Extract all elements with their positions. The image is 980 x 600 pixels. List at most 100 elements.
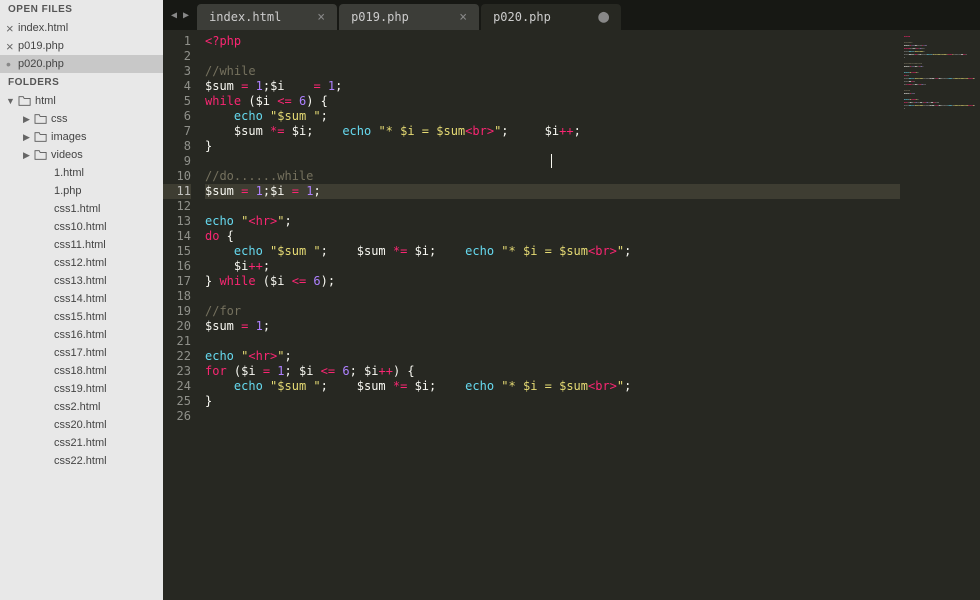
line-number: 19 xyxy=(163,304,191,319)
tab-label: index.html xyxy=(209,10,281,24)
code-line xyxy=(205,289,900,304)
file-item[interactable]: css22.html xyxy=(0,452,163,470)
code-line: do { xyxy=(205,229,900,244)
file-item[interactable]: css16.html xyxy=(0,326,163,344)
subfolder-item[interactable]: ▶ images xyxy=(0,128,163,146)
line-number: 24 xyxy=(163,379,191,394)
code-line: $i++; xyxy=(205,259,900,274)
folder-tree: ▼ html ▶css▶images▶videos 1.html1.phpcss… xyxy=(0,92,163,470)
code-line: } xyxy=(205,139,900,154)
code-line: $sum = 1;$i = 1; xyxy=(205,184,900,199)
line-number: 14 xyxy=(163,229,191,244)
file-item[interactable]: css11.html xyxy=(0,236,163,254)
code-line: while ($i <= 6) { xyxy=(205,94,900,109)
folder-label: images xyxy=(51,131,86,143)
file-item[interactable]: css2.html xyxy=(0,398,163,416)
subfolder-item[interactable]: ▶ css xyxy=(0,110,163,128)
gutter: 1234567891011121314151617181920212223242… xyxy=(163,30,197,600)
tab-close-icon[interactable]: × xyxy=(459,10,467,25)
code-line: $sum *= $i; echo "* $i = $sum<br>"; $i++… xyxy=(205,124,900,139)
disclosure-right-icon: ▶ xyxy=(22,114,31,125)
line-number: 9 xyxy=(163,154,191,169)
line-number: 3 xyxy=(163,64,191,79)
open-file-item[interactable]: p020.php xyxy=(0,55,163,73)
file-item[interactable]: css20.html xyxy=(0,416,163,434)
folder-root[interactable]: ▼ html xyxy=(0,92,163,110)
minimap[interactable]: ▪▪▪▪▪▪▪▪▪▪▪▪▪▪▪▪▪▪▪▪▪▪▪▪▪▪▪▪▪▪▪▪▪▪▪▪▪▪▪▪… xyxy=(900,30,980,600)
text-cursor xyxy=(551,154,552,168)
nav-next-icon[interactable]: ▶ xyxy=(183,10,189,21)
line-number: 2 xyxy=(163,49,191,64)
file-item[interactable]: css21.html xyxy=(0,434,163,452)
line-number: 21 xyxy=(163,334,191,349)
file-item[interactable]: css18.html xyxy=(0,362,163,380)
folder-icon xyxy=(34,113,48,125)
line-number: 17 xyxy=(163,274,191,289)
code-line: echo "$sum "; $sum *= $i; echo "* $i = $… xyxy=(205,379,900,394)
tab[interactable]: p020.php● xyxy=(481,4,621,30)
code-line: <?php xyxy=(205,34,900,49)
line-number: 10 xyxy=(163,169,191,184)
line-number: 13 xyxy=(163,214,191,229)
editor[interactable]: 1234567891011121314151617181920212223242… xyxy=(163,30,980,600)
code-line: $sum = 1;$i = 1; xyxy=(205,79,900,94)
file-item[interactable]: css1.html xyxy=(0,200,163,218)
line-number: 26 xyxy=(163,409,191,424)
code-line: } xyxy=(205,394,900,409)
file-item[interactable]: css19.html xyxy=(0,380,163,398)
file-item[interactable]: 1.php xyxy=(0,182,163,200)
code-line xyxy=(205,334,900,349)
line-number: 4 xyxy=(163,79,191,94)
sidebar: OPEN FILES index.html p019.php p020.php FO… xyxy=(0,0,163,600)
file-item[interactable]: 1.html xyxy=(0,164,163,182)
tab[interactable]: p019.php × xyxy=(339,4,479,30)
folder-icon xyxy=(34,131,48,143)
disclosure-right-icon: ▶ xyxy=(22,132,31,143)
code-area[interactable]: <?php //while$sum = 1;$i = 1;while ($i <… xyxy=(197,30,900,600)
code-line xyxy=(205,49,900,64)
code-line: echo "<hr>"; xyxy=(205,349,900,364)
code-line: echo "$sum "; xyxy=(205,109,900,124)
line-number: 6 xyxy=(163,109,191,124)
file-item[interactable]: css17.html xyxy=(0,344,163,362)
code-line: //do......while xyxy=(205,169,900,184)
tab-close-icon[interactable]: × xyxy=(317,10,325,25)
line-number: 20 xyxy=(163,319,191,334)
file-item[interactable]: css12.html xyxy=(0,254,163,272)
code-line xyxy=(205,154,900,169)
open-file-item[interactable]: p019.php xyxy=(0,37,163,55)
open-file-label: p019.php xyxy=(18,40,64,52)
file-item[interactable]: css10.html xyxy=(0,218,163,236)
folder-icon xyxy=(34,149,48,161)
tab[interactable]: index.html × xyxy=(197,4,337,30)
folders-header: FOLDERS xyxy=(0,73,163,92)
code-line: $sum = 1; xyxy=(205,319,900,334)
file-item[interactable]: css15.html xyxy=(0,308,163,326)
tab-label: p019.php xyxy=(351,10,409,24)
code-line: echo "<hr>"; xyxy=(205,214,900,229)
line-number: 7 xyxy=(163,124,191,139)
line-number: 1 xyxy=(163,34,191,49)
file-item[interactable]: css14.html xyxy=(0,290,163,308)
code-line xyxy=(205,199,900,214)
disclosure-right-icon: ▶ xyxy=(22,150,31,161)
line-number: 22 xyxy=(163,349,191,364)
line-number: 11 xyxy=(163,184,191,199)
open-files-header: OPEN FILES xyxy=(0,0,163,19)
open-file-item[interactable]: index.html xyxy=(0,19,163,37)
folder-label: html xyxy=(35,95,56,107)
subfolder-item[interactable]: ▶videos xyxy=(0,146,163,164)
open-file-label: index.html xyxy=(18,22,68,34)
line-number: 23 xyxy=(163,364,191,379)
file-item[interactable]: css13.html xyxy=(0,272,163,290)
code-line: echo "$sum "; $sum *= $i; echo "* $i = $… xyxy=(205,244,900,259)
line-number: 5 xyxy=(163,94,191,109)
nav-prev-icon[interactable]: ◀ xyxy=(171,10,177,21)
open-file-label: p020.php xyxy=(18,58,64,70)
folder-icon xyxy=(18,95,32,107)
code-line: //while xyxy=(205,64,900,79)
folder-label: css xyxy=(51,113,68,125)
tab-nav-arrows: ◀ ▶ xyxy=(163,0,197,30)
line-number: 25 xyxy=(163,394,191,409)
disclosure-down-icon: ▼ xyxy=(6,96,15,106)
